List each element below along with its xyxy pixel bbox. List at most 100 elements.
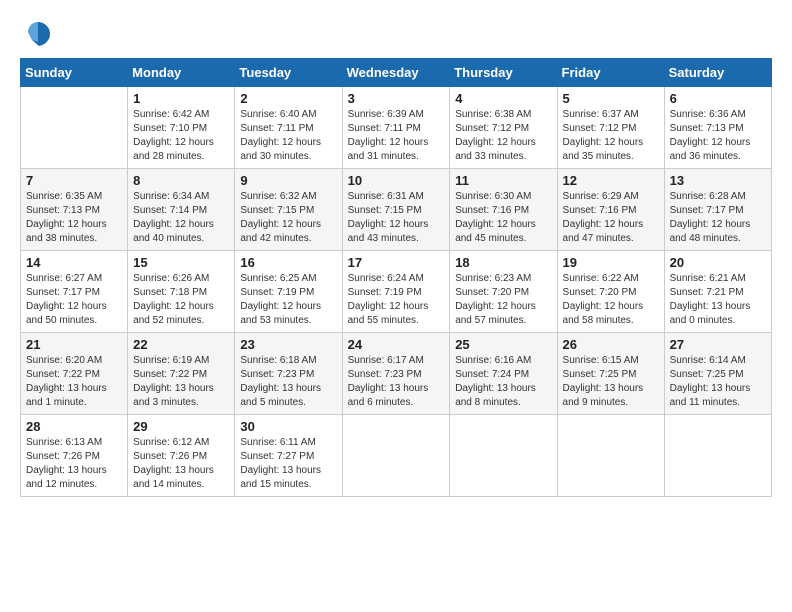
calendar-day-cell [664, 415, 771, 497]
day-number: 11 [455, 173, 551, 188]
day-info: Sunrise: 6:19 AMSunset: 7:22 PMDaylight:… [133, 354, 229, 410]
calendar-day-cell: 1 Sunrise: 6:42 AMSunset: 7:10 PMDaylight… [128, 87, 235, 169]
day-number: 14 [26, 255, 122, 270]
day-number: 25 [455, 337, 551, 352]
day-info: Sunrise: 6:21 AMSunset: 7:21 PMDaylight:… [670, 272, 766, 328]
calendar-day-cell: 11 Sunrise: 6:30 AMSunset: 7:16 PMDayligh… [450, 169, 557, 251]
calendar-week-row: 14 Sunrise: 6:27 AMSunset: 7:17 PMDayligh… [21, 251, 772, 333]
day-info: Sunrise: 6:31 AMSunset: 7:15 PMDaylight:… [348, 190, 445, 246]
page-header [20, 20, 772, 48]
calendar-day-cell: 10 Sunrise: 6:31 AMSunset: 7:15 PMDayligh… [342, 169, 450, 251]
calendar-day-cell: 13Sunrise: 6:28 AMSunset: 7:17 PMDayligh… [664, 169, 771, 251]
day-info: Sunrise: 6:13 AMSunset: 7:26 PMDaylight:… [26, 436, 122, 492]
calendar-day-cell: 12 Sunrise: 6:29 AMSunset: 7:16 PMDayligh… [557, 169, 664, 251]
calendar-day-cell: 8Sunrise: 6:34 AMSunset: 7:14 PMDaylight… [128, 169, 235, 251]
day-info: Sunrise: 6:39 AMSunset: 7:11 PMDaylight:… [348, 108, 445, 164]
day-number: 29 [133, 419, 229, 434]
day-number: 2 [240, 91, 336, 106]
logo-icon [24, 20, 52, 48]
weekday-header: Friday [557, 59, 664, 87]
day-number: 7 [26, 173, 122, 188]
day-info: Sunrise: 6:23 AMSunset: 7:20 PMDaylight:… [455, 272, 551, 328]
day-number: 27 [670, 337, 766, 352]
calendar-day-cell: 2 Sunrise: 6:40 AMSunset: 7:11 PMDaylight… [235, 87, 342, 169]
day-number: 28 [26, 419, 122, 434]
day-info: Sunrise: 6:30 AMSunset: 7:16 PMDaylight:… [455, 190, 551, 246]
calendar-day-cell: 30Sunrise: 6:11 AMSunset: 7:27 PMDayligh… [235, 415, 342, 497]
calendar-day-cell: 18Sunrise: 6:23 AMSunset: 7:20 PMDayligh… [450, 251, 557, 333]
day-number: 3 [348, 91, 445, 106]
day-info: Sunrise: 6:18 AMSunset: 7:23 PMDaylight:… [240, 354, 336, 410]
day-info: Sunrise: 6:35 AMSunset: 7:13 PMDaylight:… [26, 190, 122, 246]
day-info: Sunrise: 6:26 AMSunset: 7:18 PMDaylight:… [133, 272, 229, 328]
weekday-header: Thursday [450, 59, 557, 87]
weekday-header: Sunday [21, 59, 128, 87]
calendar-week-row: 7 Sunrise: 6:35 AMSunset: 7:13 PMDaylight… [21, 169, 772, 251]
calendar-day-cell: 15 Sunrise: 6:26 AMSunset: 7:18 PMDayligh… [128, 251, 235, 333]
weekday-header: Tuesday [235, 59, 342, 87]
day-number: 12 [563, 173, 659, 188]
day-info: Sunrise: 6:27 AMSunset: 7:17 PMDaylight:… [26, 272, 122, 328]
day-number: 19 [563, 255, 659, 270]
calendar-day-cell: 28 Sunrise: 6:13 AMSunset: 7:26 PMDayligh… [21, 415, 128, 497]
calendar-day-cell [557, 415, 664, 497]
calendar-day-cell: 22 Sunrise: 6:19 AMSunset: 7:22 PMDayligh… [128, 333, 235, 415]
day-info: Sunrise: 6:34 AMSunset: 7:14 PMDaylight:… [133, 190, 229, 246]
calendar-day-cell: 4 Sunrise: 6:38 AMSunset: 7:12 PMDaylight… [450, 87, 557, 169]
day-info: Sunrise: 6:28 AMSunset: 7:17 PMDaylight:… [670, 190, 766, 246]
calendar-day-cell [21, 87, 128, 169]
day-number: 20 [670, 255, 766, 270]
calendar-week-row: 28 Sunrise: 6:13 AMSunset: 7:26 PMDayligh… [21, 415, 772, 497]
calendar-week-row: 1 Sunrise: 6:42 AMSunset: 7:10 PMDaylight… [21, 87, 772, 169]
calendar-day-cell: 27 Sunrise: 6:14 AMSunset: 7:25 PMDayligh… [664, 333, 771, 415]
day-info: Sunrise: 6:12 AMSunset: 7:26 PMDaylight:… [133, 436, 229, 492]
calendar-day-cell: 5Sunrise: 6:37 AMSunset: 7:12 PMDaylight… [557, 87, 664, 169]
weekday-header: Monday [128, 59, 235, 87]
calendar-day-cell: 21Sunrise: 6:20 AMSunset: 7:22 PMDayligh… [21, 333, 128, 415]
day-number: 26 [563, 337, 659, 352]
day-info: Sunrise: 6:17 AMSunset: 7:23 PMDaylight:… [348, 354, 445, 410]
calendar-day-cell: 29 Sunrise: 6:12 AMSunset: 7:26 PMDayligh… [128, 415, 235, 497]
calendar-day-cell: 14 Sunrise: 6:27 AMSunset: 7:17 PMDayligh… [21, 251, 128, 333]
day-info: Sunrise: 6:32 AMSunset: 7:15 PMDaylight:… [240, 190, 336, 246]
day-number: 22 [133, 337, 229, 352]
calendar-day-cell: 25 Sunrise: 6:16 AMSunset: 7:24 PMDayligh… [450, 333, 557, 415]
day-number: 4 [455, 91, 551, 106]
weekday-header: Wednesday [342, 59, 450, 87]
day-number: 30 [240, 419, 336, 434]
day-number: 15 [133, 255, 229, 270]
day-number: 24 [348, 337, 445, 352]
day-number: 6 [670, 91, 766, 106]
day-info: Sunrise: 6:42 AMSunset: 7:10 PMDaylight:… [133, 108, 229, 164]
day-info: Sunrise: 6:20 AMSunset: 7:22 PMDaylight:… [26, 354, 122, 410]
calendar-day-cell: 24 Sunrise: 6:17 AMSunset: 7:23 PMDayligh… [342, 333, 450, 415]
day-info: Sunrise: 6:40 AMSunset: 7:11 PMDaylight:… [240, 108, 336, 164]
logo [20, 20, 52, 48]
day-number: 1 [133, 91, 229, 106]
day-info: Sunrise: 6:38 AMSunset: 7:12 PMDaylight:… [455, 108, 551, 164]
weekday-header: Saturday [664, 59, 771, 87]
calendar-day-cell: 17 Sunrise: 6:24 AMSunset: 7:19 PMDayligh… [342, 251, 450, 333]
calendar-day-cell [342, 415, 450, 497]
calendar-table: SundayMondayTuesdayWednesdayThursdayFrid… [20, 58, 772, 497]
calendar-header-row: SundayMondayTuesdayWednesdayThursdayFrid… [21, 59, 772, 87]
day-number: 17 [348, 255, 445, 270]
day-info: Sunrise: 6:15 AMSunset: 7:25 PMDaylight:… [563, 354, 659, 410]
day-info: Sunrise: 6:22 AMSunset: 7:20 PMDaylight:… [563, 272, 659, 328]
day-number: 9 [240, 173, 336, 188]
day-number: 16 [240, 255, 336, 270]
calendar-day-cell: 19 Sunrise: 6:22 AMSunset: 7:20 PMDayligh… [557, 251, 664, 333]
day-info: Sunrise: 6:29 AMSunset: 7:16 PMDaylight:… [563, 190, 659, 246]
calendar-week-row: 21Sunrise: 6:20 AMSunset: 7:22 PMDayligh… [21, 333, 772, 415]
calendar-day-cell: 6 Sunrise: 6:36 AMSunset: 7:13 PMDaylight… [664, 87, 771, 169]
calendar-day-cell: 3 Sunrise: 6:39 AMSunset: 7:11 PMDaylight… [342, 87, 450, 169]
calendar-day-cell: 9 Sunrise: 6:32 AMSunset: 7:15 PMDaylight… [235, 169, 342, 251]
day-info: Sunrise: 6:24 AMSunset: 7:19 PMDaylight:… [348, 272, 445, 328]
day-info: Sunrise: 6:14 AMSunset: 7:25 PMDaylight:… [670, 354, 766, 410]
day-info: Sunrise: 6:16 AMSunset: 7:24 PMDaylight:… [455, 354, 551, 410]
calendar-day-cell: 23Sunrise: 6:18 AMSunset: 7:23 PMDayligh… [235, 333, 342, 415]
day-number: 10 [348, 173, 445, 188]
day-info: Sunrise: 6:36 AMSunset: 7:13 PMDaylight:… [670, 108, 766, 164]
calendar-day-cell: 20 Sunrise: 6:21 AMSunset: 7:21 PMDayligh… [664, 251, 771, 333]
day-number: 5 [563, 91, 659, 106]
